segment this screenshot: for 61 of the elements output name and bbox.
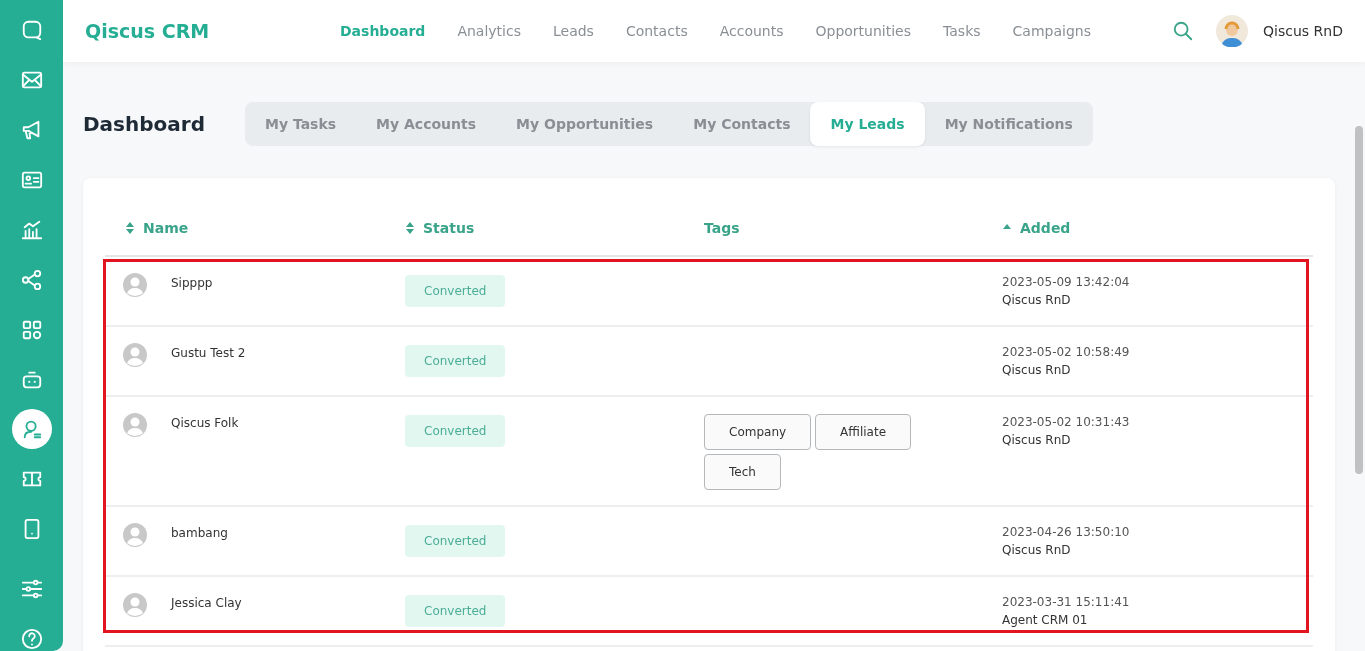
chat-icon (20, 18, 43, 41)
nav-link[interactable]: Opportunities (799, 23, 928, 39)
tag-chip[interactable]: Affiliate (815, 414, 911, 450)
nav-link[interactable]: Contacts (609, 23, 704, 39)
status-badge: Converted (405, 595, 506, 627)
lead-name[interactable]: Qiscus Folk (171, 416, 239, 505)
dashboard-tab[interactable]: My Leads (810, 102, 925, 146)
added-date: 2023-04-26 13:50:10 (1002, 524, 1131, 541)
user-name[interactable]: Qiscus RnD (1263, 23, 1343, 39)
nav-link[interactable]: Analytics (441, 23, 537, 39)
column-header[interactable]: Status (405, 219, 475, 236)
status-badge: Converted (405, 275, 506, 307)
nav-link[interactable]: Dashboard (324, 23, 442, 39)
status-badge: Converted (405, 345, 506, 377)
avatar-icon (123, 343, 147, 367)
status-badge: Converted (405, 415, 506, 447)
sort-icon (405, 220, 415, 235)
dashboard-tab[interactable]: My Notifications (924, 102, 1093, 146)
added-date: 2023-05-02 10:31:43 (1002, 414, 1131, 431)
added-by: Qiscus RnD (1002, 292, 1072, 309)
added-date: 2023-03-31 15:11:41 (1002, 594, 1131, 611)
added-date: 2023-05-02 10:58:49 (1002, 344, 1131, 361)
added-by: Qiscus RnD (1002, 362, 1072, 379)
share-icon (20, 268, 43, 291)
status-badge: Converted (405, 525, 506, 557)
lead-name[interactable]: bambang (171, 526, 228, 575)
apps-icon (20, 318, 43, 341)
sort-icon (125, 220, 135, 235)
avatar-icon (123, 523, 147, 547)
search-icon[interactable] (1172, 20, 1195, 42)
sidebar-item[interactable] (11, 409, 52, 449)
added-by: Agent CRM 01 (1002, 612, 1089, 629)
nav-link[interactable]: Tasks (927, 23, 997, 39)
lead-name[interactable]: Gustu Test 2 (171, 346, 246, 395)
column-header: Tags (704, 219, 740, 236)
dashboard-tab[interactable]: My Contacts (673, 102, 811, 146)
chart-icon (20, 218, 43, 241)
avatar-icon[interactable] (1216, 15, 1249, 47)
column-header[interactable]: Added (1002, 219, 1071, 236)
nav-link[interactable]: Accounts (703, 23, 800, 39)
lead-name[interactable]: Sipppp (171, 276, 213, 325)
tag-chip[interactable]: Tech (704, 454, 781, 490)
added-by: Qiscus RnD (1002, 432, 1072, 449)
avatar-icon (123, 593, 147, 617)
lead-name[interactable]: Jessica Clay (171, 596, 242, 645)
added-date: 2023-05-09 13:42:04 (1002, 274, 1131, 291)
dashboard-tab[interactable]: My Accounts (356, 102, 497, 146)
settings-icon (20, 577, 43, 600)
nav-link[interactable]: Leads (536, 23, 610, 39)
help-icon (20, 627, 43, 650)
scrollbar-thumb[interactable] (1355, 126, 1363, 474)
brand-logo-text[interactable]: Qiscus CRM (85, 20, 324, 42)
avatar-icon (123, 413, 147, 437)
page-title: Dashboard (83, 112, 205, 136)
added-by: Qiscus RnD (1002, 542, 1072, 559)
dashboard-tab[interactable]: My Opportunities (496, 102, 674, 146)
nav-link[interactable]: Campaigns (996, 23, 1107, 39)
avatar-icon (123, 273, 147, 297)
dashboard-tab[interactable]: My Tasks (245, 102, 357, 146)
column-header[interactable]: Name (125, 219, 189, 236)
tag-chip[interactable]: Company (704, 414, 812, 450)
